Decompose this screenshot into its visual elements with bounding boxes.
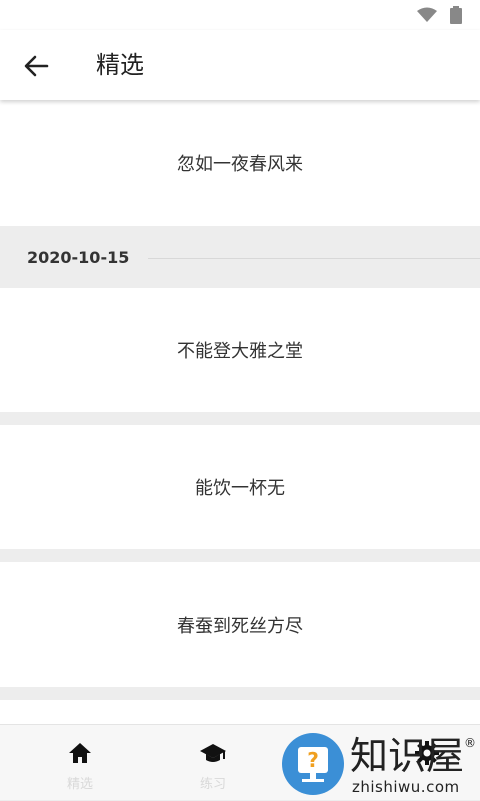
nav-item-practice[interactable]: 练习 [153, 725, 273, 801]
graduation-cap-icon [200, 744, 226, 762]
list-item-text: 忽如一夜春风来 [177, 154, 303, 175]
list-item[interactable]: 不能登大雅之堂 [0, 288, 480, 412]
content-list: 忽如一夜春风来 2020-10-15 不能登大雅之堂 能饮一杯无 春蚕到死丝方尽 [0, 100, 480, 724]
list-item-text: 能饮一杯无 [195, 478, 285, 499]
divider [148, 258, 480, 259]
list-item[interactable]: 忽如一夜春风来 [0, 100, 480, 226]
status-bar [0, 0, 480, 30]
watermark-brand-en: zhishiwu.com [352, 778, 460, 796]
list-item-text: 春蚕到死丝方尽 [177, 615, 303, 637]
date-label: 2020-10-15 [27, 248, 130, 267]
registered-mark: ® [464, 736, 476, 750]
list-item[interactable]: 春蚕到死丝方尽 [0, 562, 480, 687]
battery-icon [450, 6, 462, 24]
help-badge-icon: ? [282, 733, 344, 795]
app-bar: 精选 [0, 30, 480, 100]
list-item[interactable]: 能饮一杯无 [0, 425, 480, 549]
wifi-icon [417, 7, 437, 22]
back-arrow-icon[interactable] [22, 52, 50, 80]
page-title: 精选 [96, 51, 144, 79]
nav-label: 精选 [66, 777, 93, 792]
watermark-logo: ? 知识屋 ® zhishiwu.com [280, 730, 480, 800]
nav-label: 练习 [199, 777, 226, 792]
svg-text:?: ? [307, 748, 319, 772]
list-item-text: 不能登大雅之堂 [177, 341, 303, 362]
date-section-header: 2020-10-15 [0, 226, 480, 288]
list-item[interactable] [0, 700, 480, 724]
watermark-brand-cn: 知识屋 [350, 734, 465, 778]
nav-item-featured[interactable]: 精选 [20, 725, 140, 801]
home-icon [69, 743, 91, 763]
